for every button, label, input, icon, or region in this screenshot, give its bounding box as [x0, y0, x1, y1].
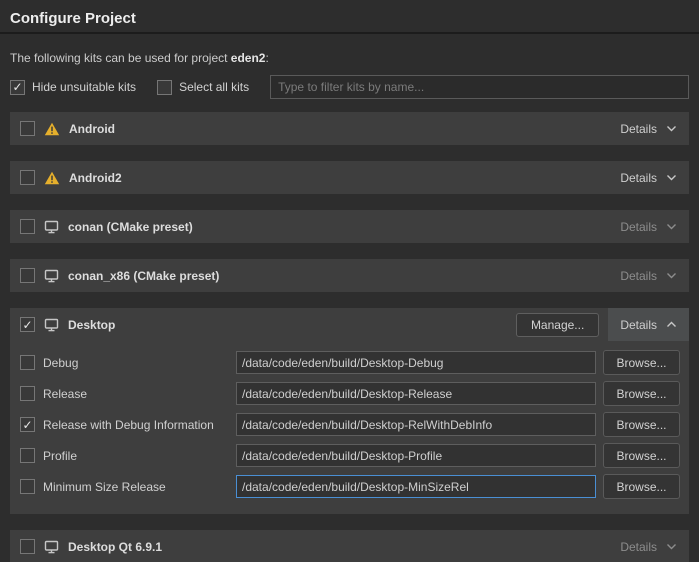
- kit-checkbox[interactable]: ✓: [20, 219, 35, 234]
- desktop-monitor-icon: [44, 220, 59, 234]
- kit-header[interactable]: ✓ conan (CMake preset) Details: [10, 210, 689, 243]
- config-checkbox[interactable]: ✓: [20, 448, 35, 463]
- kit-checkbox[interactable]: ✓: [20, 170, 35, 185]
- hide-unsuitable-kits-checkbox[interactable]: ✓ Hide unsuitable kits: [10, 80, 136, 95]
- title-separator: [0, 32, 699, 34]
- details-label: Details: [620, 122, 657, 136]
- checkbox-box[interactable]: ✓: [157, 80, 172, 95]
- details-label: Details: [620, 269, 657, 283]
- kit-row-conan: ✓ conan (CMake preset) Details: [10, 210, 689, 243]
- kit-checkbox[interactable]: ✓: [20, 317, 35, 332]
- kit-name: Android: [69, 122, 115, 136]
- build-config-row-profile: ✓ Profile Browse...: [20, 440, 680, 471]
- config-label: Debug: [43, 356, 78, 370]
- details-toggle: Details: [608, 210, 689, 243]
- browse-button[interactable]: Browse...: [603, 474, 680, 499]
- chevron-down-icon: [666, 223, 677, 230]
- kit-filter-input[interactable]: [270, 75, 689, 99]
- kit-name: Android2: [69, 171, 122, 185]
- browse-button[interactable]: Browse...: [603, 381, 680, 406]
- checkbox-box[interactable]: ✓: [10, 80, 25, 95]
- kits-toolbar: ✓ Hide unsuitable kits ✓ Select all kits: [10, 75, 689, 99]
- chevron-down-icon: [666, 543, 677, 550]
- desktop-build-config-list: ✓ Debug Browse... ✓ Release Browse... ✓ …: [10, 341, 689, 514]
- chevron-down-icon: [666, 125, 677, 132]
- kit-name: conan_x86 (CMake preset): [68, 269, 219, 283]
- kit-name: Desktop Qt 6.9.1: [68, 540, 162, 554]
- chevron-down-icon: [666, 272, 677, 279]
- chevron-up-icon: [666, 321, 677, 328]
- kit-checkbox[interactable]: ✓: [20, 121, 35, 136]
- kit-row-android2: ✓ Android2 Details: [10, 161, 689, 194]
- checkmark-icon: ✓: [22, 419, 32, 431]
- kit-header[interactable]: ✓ Android Details: [10, 112, 689, 145]
- build-config-row-minsizerel: ✓ Minimum Size Release Browse...: [20, 471, 680, 502]
- kit-row-desktop: ✓ Desktop Manage... Details ✓ Debug Brow…: [10, 308, 689, 514]
- details-toggle[interactable]: Details: [608, 112, 689, 145]
- browse-button[interactable]: Browse...: [603, 443, 680, 468]
- details-label: Details: [620, 318, 657, 332]
- desktop-monitor-icon: [44, 318, 59, 332]
- desktop-monitor-icon: [44, 269, 59, 283]
- config-label: Profile: [43, 449, 77, 463]
- chevron-down-icon: [666, 174, 677, 181]
- details-toggle[interactable]: Details: [608, 308, 689, 341]
- kit-header[interactable]: ✓ conan_x86 (CMake preset) Details: [10, 259, 689, 292]
- browse-button[interactable]: Browse...: [603, 350, 680, 375]
- page-title: Configure Project: [10, 10, 689, 32]
- kit-list: ✓ Android Details ✓ Android2 Details: [10, 112, 689, 562]
- warning-triangle-icon: [44, 171, 60, 185]
- checkbox-label: Hide unsuitable kits: [32, 80, 136, 94]
- kit-row-conan-x86: ✓ conan_x86 (CMake preset) Details: [10, 259, 689, 292]
- details-toggle: Details: [608, 259, 689, 292]
- build-dir-input-focused[interactable]: [236, 475, 596, 498]
- kit-checkbox[interactable]: ✓: [20, 268, 35, 283]
- select-all-kits-checkbox[interactable]: ✓ Select all kits: [157, 80, 249, 95]
- build-config-row-debug: ✓ Debug Browse...: [20, 347, 680, 378]
- project-name: eden2: [231, 51, 266, 65]
- details-label: Details: [620, 220, 657, 234]
- details-toggle[interactable]: Details: [608, 161, 689, 194]
- config-checkbox[interactable]: ✓: [20, 479, 35, 494]
- kit-name: Desktop: [68, 318, 115, 332]
- kit-checkbox[interactable]: ✓: [20, 539, 35, 554]
- kit-row-android: ✓ Android Details: [10, 112, 689, 145]
- manage-kits-button[interactable]: Manage...: [516, 313, 599, 337]
- intro-text: The following kits can be used for proje…: [10, 51, 689, 65]
- kit-row-desktop-qt-691: ✓ Desktop Qt 6.9.1 Details: [10, 530, 689, 562]
- kit-header[interactable]: ✓ Android2 Details: [10, 161, 689, 194]
- config-checkbox[interactable]: ✓: [20, 355, 35, 370]
- build-dir-input[interactable]: [236, 413, 596, 436]
- config-label: Release: [43, 387, 87, 401]
- checkbox-label: Select all kits: [179, 80, 249, 94]
- warning-triangle-icon: [44, 122, 60, 136]
- build-dir-input[interactable]: [236, 444, 596, 467]
- config-label: Release with Debug Information: [43, 418, 214, 432]
- kit-header[interactable]: ✓ Desktop Qt 6.9.1 Details: [10, 530, 689, 562]
- build-config-row-relwithdebinfo: ✓ Release with Debug Information Browse.…: [20, 409, 680, 440]
- desktop-monitor-icon: [44, 540, 59, 554]
- details-toggle: Details: [608, 530, 689, 562]
- kit-header[interactable]: ✓ Desktop Manage... Details: [10, 308, 689, 341]
- config-label: Minimum Size Release: [43, 480, 166, 494]
- checkmark-icon: ✓: [22, 319, 32, 331]
- kit-name: conan (CMake preset): [68, 220, 193, 234]
- config-checkbox[interactable]: ✓: [20, 386, 35, 401]
- build-dir-input[interactable]: [236, 382, 596, 405]
- details-label: Details: [620, 171, 657, 185]
- details-label: Details: [620, 540, 657, 554]
- build-dir-input[interactable]: [236, 351, 596, 374]
- build-config-row-release: ✓ Release Browse...: [20, 378, 680, 409]
- config-checkbox[interactable]: ✓: [20, 417, 35, 432]
- browse-button[interactable]: Browse...: [603, 412, 680, 437]
- checkmark-icon: ✓: [12, 81, 22, 93]
